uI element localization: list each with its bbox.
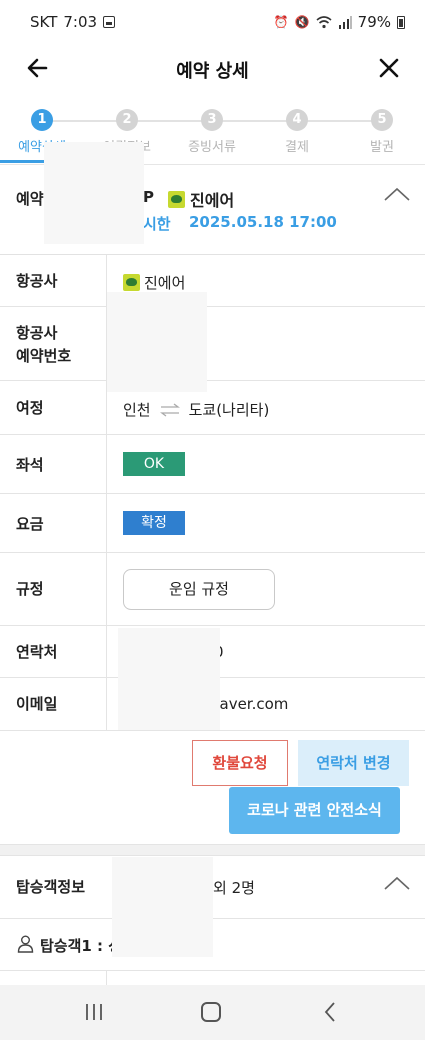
section-divider [0,844,425,856]
corona-safety-news-button[interactable]: 코로나 관련 안전소식 [229,787,400,834]
summary-label: 예약 [16,190,44,208]
carrier-label: SKT [30,13,58,31]
change-contact-button[interactable]: 연락처 변경 [298,740,409,786]
fare-rules-button[interactable]: 운임 규정 [123,569,275,610]
recent-apps-icon[interactable] [84,1003,104,1021]
row-seat: 좌석 OK [0,435,425,494]
booking-code: P [143,188,154,206]
jinair-logo-icon [123,274,140,291]
step-number: 5 [371,109,393,131]
airline-value: 진에어 [144,274,186,292]
row-booking-number: 항공사 예약번호 [0,307,425,381]
step-label: 발권 [370,140,394,155]
battery-level: 79% [357,13,391,31]
redacted-area [107,292,207,392]
chevron-up-icon[interactable] [383,185,411,203]
step-label: 증빙서류 [188,140,236,155]
seat-label: 좌석 [16,456,44,474]
home-icon[interactable] [201,1002,221,1022]
step-number: 1 [31,109,53,131]
gallery-notification-icon [103,16,116,28]
fare-label: 요금 [16,515,44,533]
clock: 7:03 [63,13,98,31]
row-airline: 항공사 진에어 [0,255,425,307]
email-label: 이메일 [16,695,58,713]
battery-icon [397,15,405,29]
refund-request-button[interactable]: 환불요청 [192,740,288,786]
alarm-icon: ⏰ [273,15,289,29]
step-documents[interactable]: 3 증빙서류 [172,108,252,155]
step-label: 결제 [285,140,309,155]
route-label: 여정 [16,399,44,417]
contact-label: 연락처 [16,643,58,661]
system-navigation-bar [0,985,425,1040]
passenger-title: 탑승객정보 [16,878,86,896]
row-rules: 규정 운임 규정 [0,553,425,626]
rule-label: 규정 [16,580,44,598]
summary-airline: 진에어 [168,187,234,211]
system-back-icon[interactable] [323,1001,337,1023]
app-header: 예약 상세 [0,46,425,91]
fare-status-badge: 확정 [123,511,185,535]
step-number: 2 [116,109,138,131]
mute-icon: 🔇 [294,15,310,29]
page-title: 예약 상세 [176,61,249,82]
route-from: 인천 [123,401,151,419]
status-right: ⏰ 🔇 79% [274,13,405,31]
row-fare: 요금 확정 [0,494,425,553]
table-line [106,971,107,985]
passenger-1-label: 탑승객1 : 성 [40,937,123,955]
step-number: 3 [201,109,223,131]
ticketing-deadline: 2025.05.18 17:00 [189,213,337,231]
passenger-count: 외 2명 [213,879,255,897]
row-route: 여정 인천 도쿄(나리타) [0,381,425,435]
booking-number-label-2: 예약번호 [16,347,72,365]
jinair-logo-icon [168,190,185,208]
airline-label: 항공사 [16,272,58,290]
wifi-icon [316,15,332,28]
booking-number-label-1: 항공사 [16,324,58,342]
seat-status-badge: OK [123,452,185,476]
deadline-prefix: 시한 [143,215,171,233]
chevron-up-icon[interactable] [383,874,411,892]
redacted-area [112,857,213,957]
person-icon [17,935,34,953]
status-left: SKT 7:03 [30,13,116,31]
route-value: 인천 도쿄(나리타) [123,399,269,420]
swap-arrows-icon [159,403,180,417]
redacted-area [118,628,220,730]
step-payment[interactable]: 4 결제 [257,108,337,155]
airline-value-wrap: 진에어 [123,272,185,293]
status-bar: SKT 7:03 ⏰ 🔇 79% [0,0,425,46]
signal-icon [338,15,352,29]
step-number: 4 [286,109,308,131]
summary-airline-name: 진에어 [190,191,235,210]
step-ticketing[interactable]: 5 발권 [342,108,422,155]
route-to: 도쿄(나리타) [188,401,270,419]
close-icon[interactable] [375,54,403,82]
redacted-area [44,142,144,244]
